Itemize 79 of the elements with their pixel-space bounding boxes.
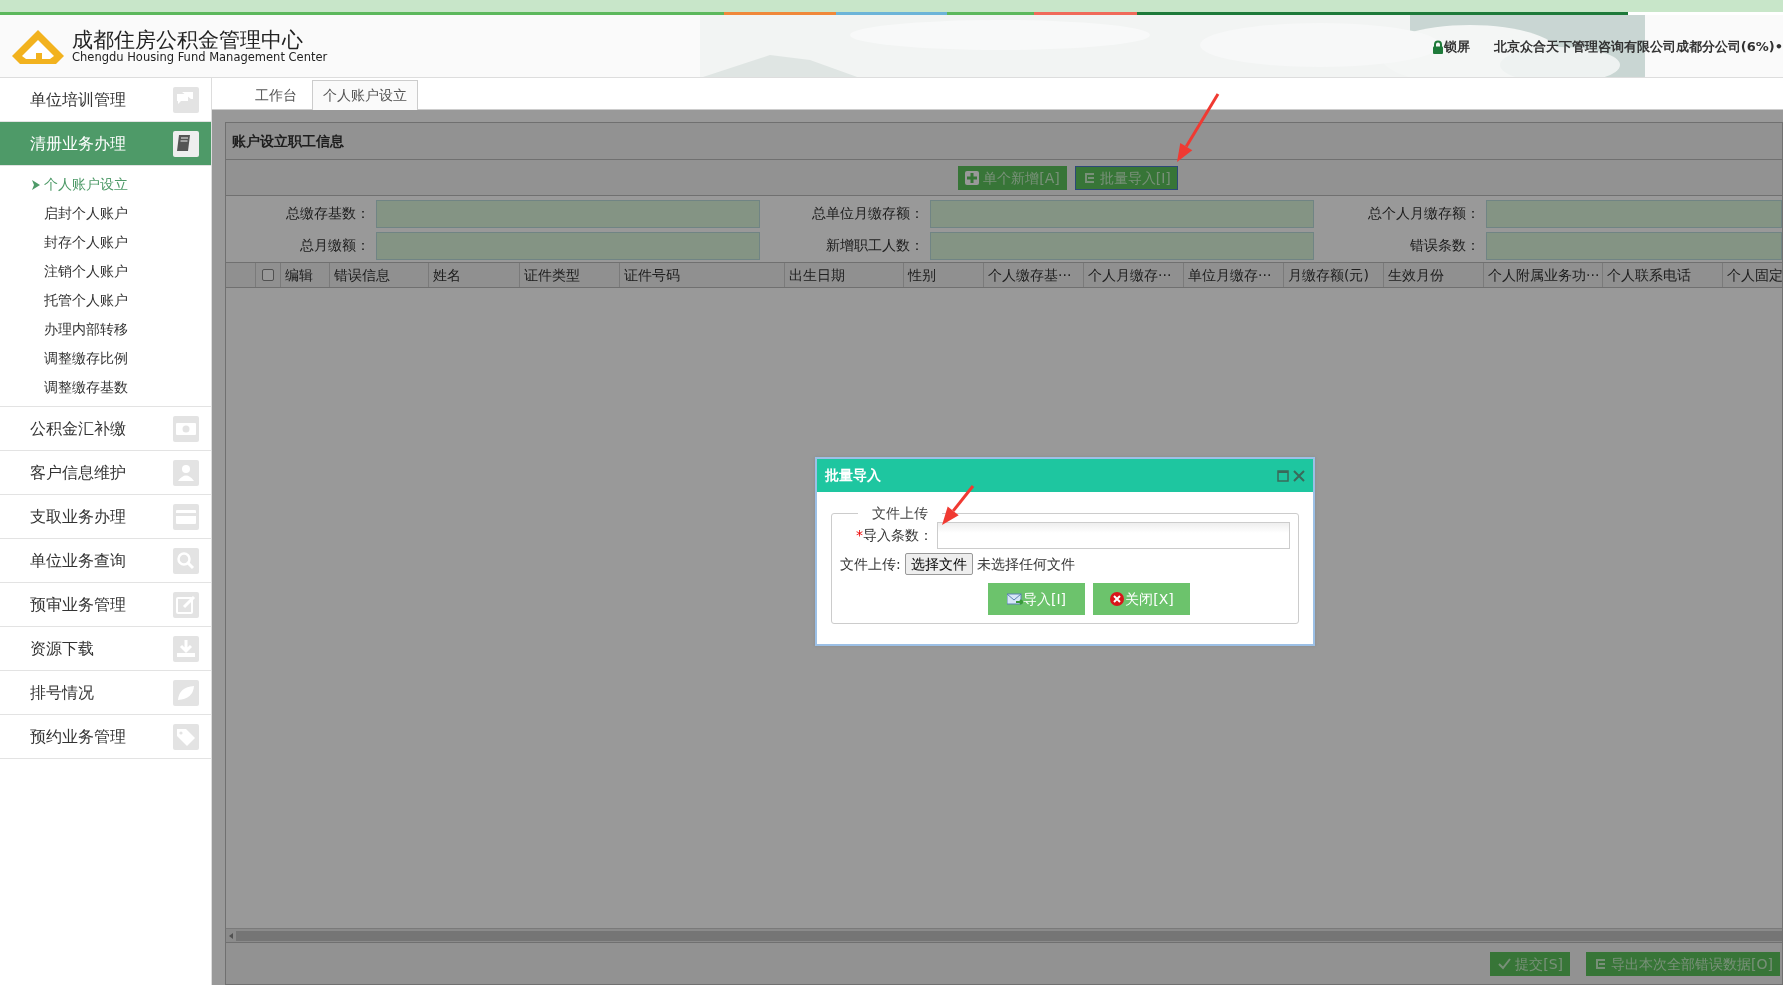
field-label: 文件上传: [840,554,901,574]
import-count-field[interactable] [937,522,1290,549]
select-all-checkbox[interactable] [262,269,274,281]
column-header: 性别 [904,263,984,287]
column-header: 出生日期 [785,263,904,287]
column-header: 证件类型 [520,263,620,287]
sidebar-item[interactable]: 预约业务管理 [0,715,211,759]
column-header: 单位月缴存··· [1184,263,1284,287]
horizontal-scrollbar[interactable] [226,928,1782,942]
panel-title: 账户设立职工信息 [232,131,344,151]
sidebar-item[interactable]: 单位业务查询 [0,539,211,583]
field-label: 总缴存基数： [285,204,371,223]
lock-icon [1431,39,1444,54]
column-header: 证件号码 [620,263,785,287]
lock-screen-link[interactable]: 锁屏 [1431,36,1470,57]
file-status-text: 未选择任何文件 [976,554,1075,574]
close-icon[interactable] [1293,469,1305,482]
input-field[interactable] [1486,232,1782,260]
check-icon [1497,956,1512,971]
column-header: 编辑 [281,263,330,287]
menu-item-icon [173,591,199,618]
field-label: 导入条数： [863,526,933,545]
annotation-arrow [1177,93,1220,162]
menu-item-icon [173,415,199,442]
input-field[interactable] [376,232,760,260]
submenu-item[interactable]: 封存个人账户 [0,228,211,257]
submenu-item[interactable]: 调整缴存比例 [0,344,211,373]
submenu-item[interactable]: 托管个人账户 [0,286,211,315]
error-x-icon [1109,592,1126,606]
menu-item-icon [173,679,199,706]
input-field[interactable] [1486,200,1782,228]
dialog-title: 批量导入 [825,466,882,485]
menu-item-icon [173,130,199,157]
required-mark: * [856,526,863,545]
submenu-item[interactable]: 办理内部转移 [0,315,211,344]
column-header: 个人缴存基··· [984,263,1084,287]
sidebar-item[interactable]: 客户信息维护 [0,451,211,495]
tab[interactable]: 个人账户设立 [312,80,418,110]
menu-item-icon [173,459,199,486]
column-header: 个人附属业务功··· [1484,263,1603,287]
maximize-icon[interactable] [1277,469,1289,482]
field-label: 新增职工人数： [825,236,925,255]
site-subtitle: Chengdu Housing Fund Management Center [72,52,328,64]
mail-arrow-icon [1006,592,1023,606]
sidebar-item[interactable]: 排号情况 [0,671,211,715]
input-field[interactable] [376,200,760,228]
choose-file-button[interactable]: 选择文件 [904,553,973,575]
field-label: 总单位月缴存额： [811,204,925,223]
menu-item-icon [173,635,199,662]
plus-icon [965,170,980,185]
menu-item-icon [173,723,199,750]
submenu-item[interactable]: 启封个人账户 [0,199,211,228]
column-header: 个人月缴存··· [1084,263,1184,287]
column-header: 姓名 [429,263,520,287]
sidebar-item[interactable]: 支取业务办理 [0,495,211,539]
tab[interactable]: 工作台 [244,80,308,110]
caret-icon [32,179,40,190]
submenu-item[interactable]: 注销个人账户 [0,257,211,286]
annotation-arrow [942,485,975,525]
column-header: 个人固定 [1723,263,1782,287]
submenu-item[interactable]: 调整缴存基数 [0,373,211,402]
column-header: 错误信息 [330,263,429,287]
field-label: 总月缴额： [299,236,371,255]
field-label: 总个人月缴存额： [1367,204,1481,223]
column-header: 月缴存额(元) [1284,263,1384,287]
menu-item-icon [173,503,199,530]
sidebar-item[interactable]: 公积金汇补缴 [0,407,211,451]
input-field[interactable] [930,232,1314,260]
menu-item-icon [173,547,199,574]
menu-item-icon [173,86,199,113]
submenu-item[interactable]: 个人账户设立 [0,170,211,199]
import-icon [1593,956,1608,971]
field-label: 错误条数： [1409,236,1481,255]
column-header: 个人联系电话 [1603,263,1723,287]
sidebar-item[interactable]: 预审业务管理 [0,583,211,627]
input-field[interactable] [930,200,1314,228]
column-header: 生效月份 [1384,263,1484,287]
sidebar-item[interactable]: 资源下载 [0,627,211,671]
company-name: 北京众合天下管理咨询有限公司成都分公司(6%)• [1493,37,1783,56]
